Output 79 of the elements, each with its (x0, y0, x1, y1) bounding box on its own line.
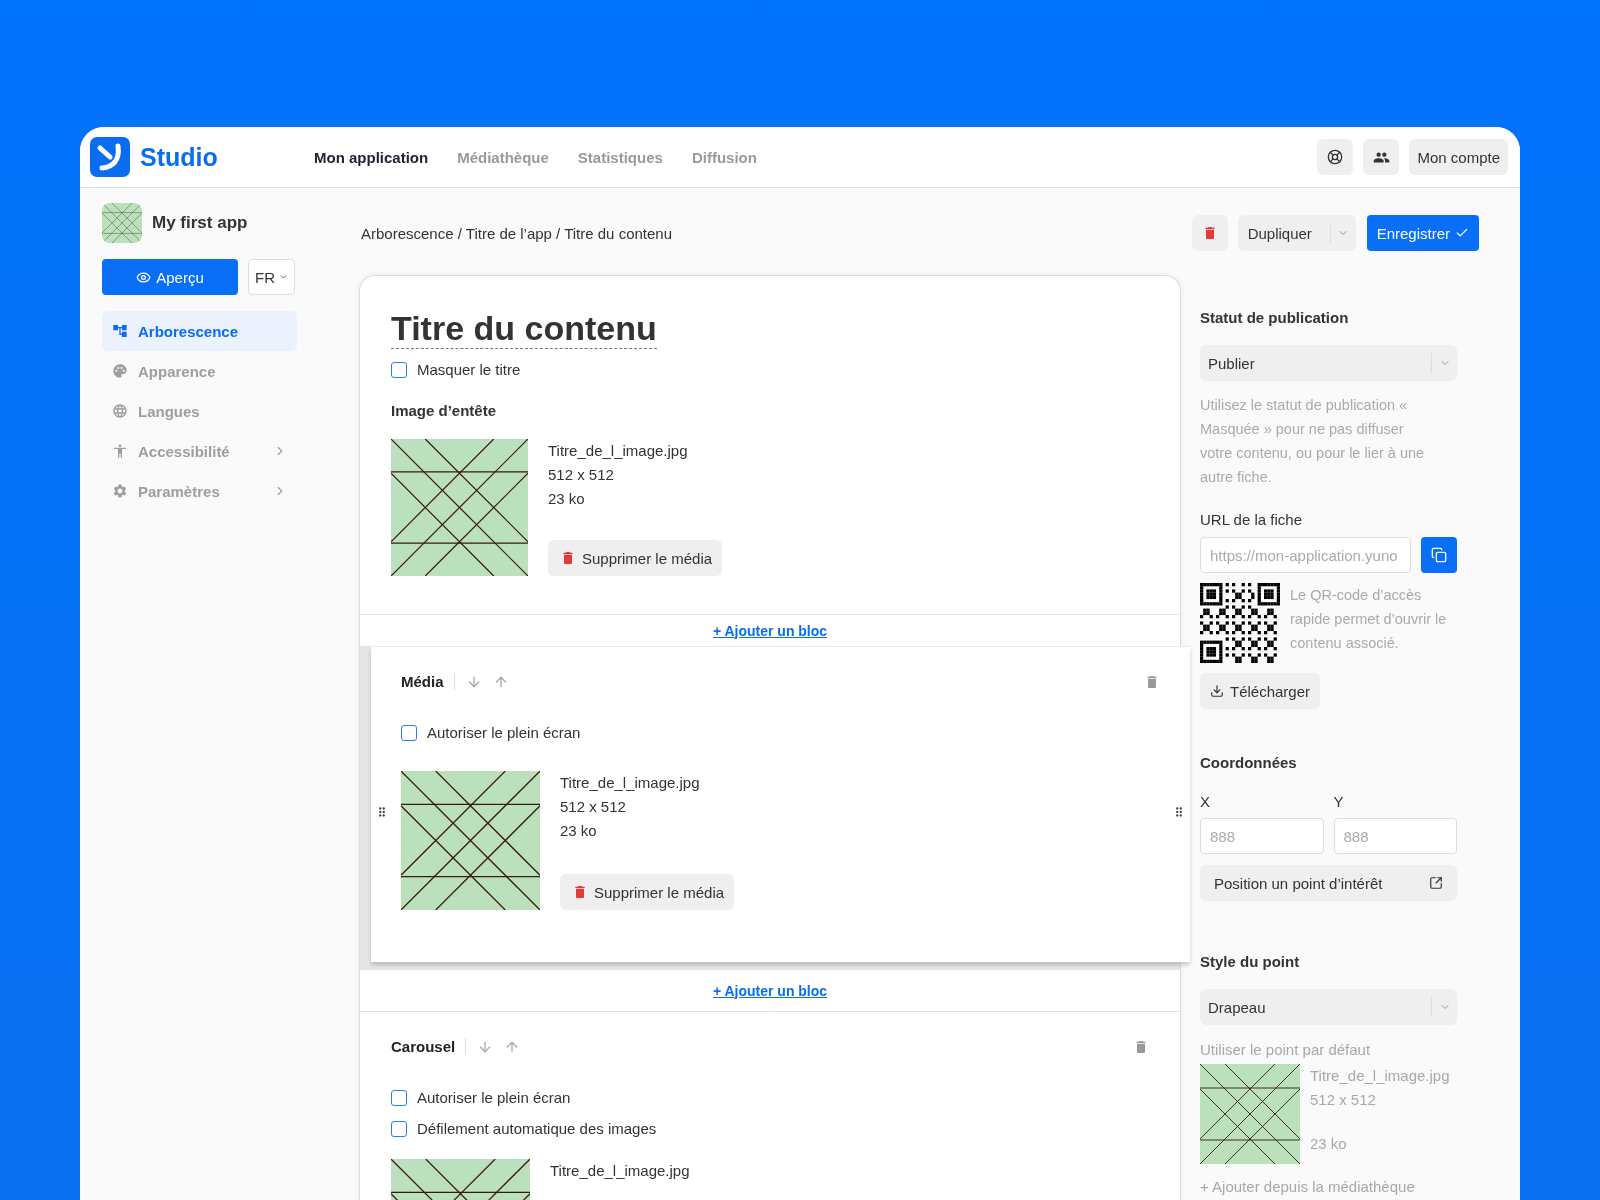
field-label: X (1200, 793, 1211, 810)
add-block-link[interactable]: + Ajouter un bloc (712, 982, 828, 999)
image-placeholder (102, 203, 142, 243)
checkbox[interactable] (391, 1089, 407, 1106)
nav-tab[interactable]: Diffusion (691, 148, 757, 166)
save-button[interactable]: Enregistrer (1366, 215, 1479, 251)
field-label: Y (1333, 793, 1345, 810)
copy-icon (1431, 547, 1447, 563)
file-size: 23 ko (548, 489, 586, 509)
delete-media-button[interactable]: Supprimer le média (548, 540, 723, 576)
delete-icon[interactable] (1133, 1038, 1149, 1055)
check-icon (1455, 226, 1469, 240)
sidebar-item[interactable]: Accessibilité (102, 431, 297, 471)
download-button[interactable]: Télécharger (1200, 673, 1321, 709)
nav-tab[interactable]: Mon application (314, 148, 429, 166)
sidebar-item[interactable]: Arborescence (102, 311, 297, 351)
settings-icon (112, 483, 128, 499)
image-dimensions: 512 x 512 (560, 797, 627, 817)
image-dimensions: 512 x 512 (548, 465, 615, 485)
section-heading: Coordonnées (1200, 754, 1298, 771)
section-heading: Statut de publication (1200, 309, 1350, 326)
copy-button[interactable] (1421, 537, 1457, 573)
checkbox-label: Autoriser le plein écran (427, 724, 581, 741)
status-select[interactable]: Publier (1200, 345, 1457, 381)
delete-media-button[interactable]: Supprimer le média (560, 874, 735, 910)
file-size: 23 ko (1310, 1134, 1348, 1154)
tree-icon (112, 323, 128, 339)
add-block-link[interactable]: + Ajouter un bloc (712, 622, 828, 639)
section-heading: Style du point (1200, 953, 1301, 970)
accessibility-icon (112, 443, 128, 459)
field-label: URL de la fiche (1200, 511, 1303, 528)
x-field[interactable]: 888 (1200, 818, 1324, 854)
help-button[interactable] (1317, 139, 1354, 175)
globe-icon (112, 403, 128, 419)
checkbox-label: Autoriser le plein écran (417, 1089, 571, 1106)
users-button[interactable] (1363, 139, 1400, 175)
external-link-icon (1429, 876, 1443, 890)
checkbox[interactable] (391, 1120, 407, 1137)
default-point-option: Utiliser le point par défaut (1200, 1041, 1457, 1058)
block-title: Carousel (391, 1038, 467, 1055)
trash-icon (560, 550, 576, 566)
app-name: My first app (152, 213, 248, 233)
file-name: Titre_de_l_image.jpg (560, 773, 701, 793)
file-name: Titre_de_l_image.jpg (548, 441, 689, 461)
delete-button[interactable] (1191, 215, 1228, 251)
checkbox[interactable] (391, 361, 407, 378)
brand-name: Studio (140, 142, 218, 172)
lifebuoy-icon (1327, 149, 1344, 165)
duplicate-button[interactable]: Dupliquer (1237, 215, 1356, 251)
image-dimensions: 512 x 512 (1310, 1090, 1377, 1110)
file-size: 23 ko (560, 821, 598, 841)
url-field[interactable]: https://mon-application.yuno (1200, 537, 1411, 573)
help-text: Utilisez le statut de publication « Masquée » pour ne pas diffuser votre contenu, ou pour le lier à une autre fiche. (1200, 396, 1426, 487)
field-label: Image d’entête (391, 402, 498, 419)
checkbox-label: Masquer le titre (417, 361, 521, 378)
file-name: Titre_de_l_image.jpg (550, 1161, 690, 1181)
block-title: Média (401, 673, 455, 690)
y-field[interactable]: 888 (1333, 818, 1457, 854)
palette-icon (112, 363, 128, 379)
checkbox[interactable] (401, 724, 417, 741)
sidebar-item[interactable]: Langues (102, 391, 297, 431)
delete-icon[interactable] (1144, 673, 1160, 690)
breadcrumb: Arborescence / Titre de l’app / Titre du contenu (360, 224, 673, 242)
checkbox-label: Défilement automatique des images (417, 1120, 657, 1137)
file-name: Titre_de_l_image.jpg (1310, 1066, 1450, 1086)
preview-button[interactable]: Aperçu (102, 259, 238, 295)
studio-logo (90, 137, 130, 177)
qr-help-text: Le QR-code d’accès rapide permet d’ouvrir le contenu associé. (1290, 586, 1448, 653)
eye-icon (136, 269, 152, 285)
sidebar-item[interactable]: Paramètres (102, 471, 297, 511)
trash-icon (572, 884, 588, 900)
content-title[interactable]: Titre du contenu (391, 308, 657, 349)
position-button[interactable]: Position un point d’intérêt (1200, 865, 1457, 901)
language-select[interactable]: FR (248, 259, 295, 295)
account-button[interactable]: Mon compte (1409, 139, 1508, 175)
sidebar-item[interactable]: Apparence (102, 351, 297, 391)
download-icon (1210, 684, 1224, 698)
nav-tab[interactable]: Médiathèque (457, 148, 549, 166)
nav-tab[interactable]: Statistiques (577, 148, 663, 166)
